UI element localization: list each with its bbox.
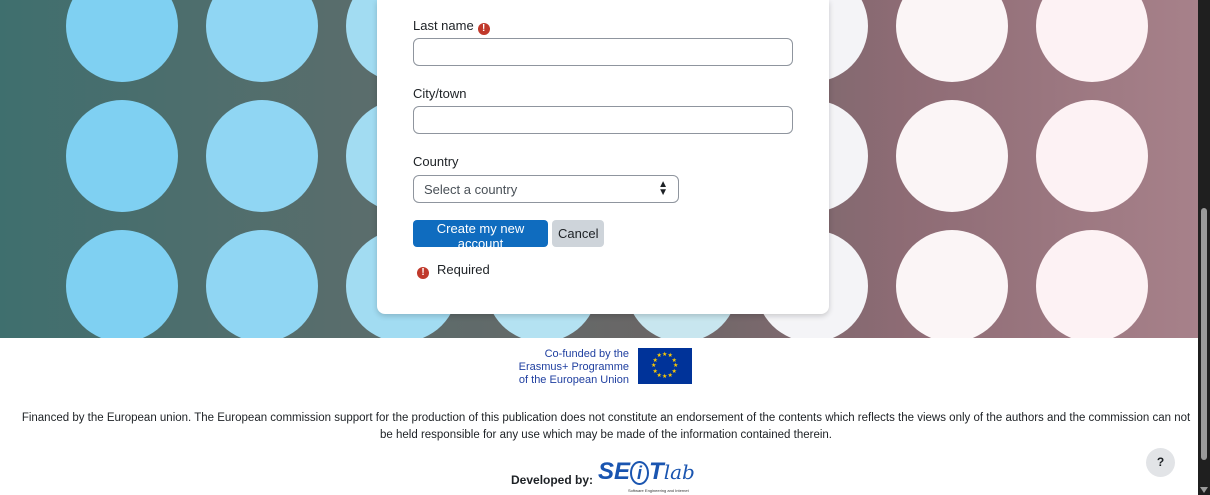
last-name-label: Last name! xyxy=(413,18,490,35)
eu-star-icon: ★ xyxy=(652,368,658,375)
pattern-circle xyxy=(206,0,318,82)
pattern-circle xyxy=(896,230,1008,338)
required-icon: ! xyxy=(477,23,490,35)
city-input[interactable] xyxy=(413,106,793,134)
logo-subtitle: Software Engineering and Internet xyxy=(628,488,689,493)
required-legend-text: Required xyxy=(437,262,490,277)
pattern-circle xyxy=(896,100,1008,212)
country-label: Country xyxy=(413,154,459,169)
pattern-circle xyxy=(66,100,178,212)
cofund-text: Co-funded by the Erasmus+ Programme of t… xyxy=(517,348,629,387)
pattern-circle xyxy=(206,100,318,212)
country-select-value: Select a country xyxy=(424,182,518,197)
last-name-input[interactable] xyxy=(413,38,793,66)
required-legend: ! Required xyxy=(417,262,490,279)
logo-i: i xyxy=(630,461,650,485)
pattern-circle xyxy=(66,230,178,338)
country-select[interactable]: Select a country ▲ ▼ xyxy=(413,175,679,203)
seitlab-logo: SE i Tlab xyxy=(598,458,695,486)
pattern-circle xyxy=(1036,230,1148,338)
pattern-circle xyxy=(66,0,178,82)
cofund-line-2: Erasmus+ Programme xyxy=(518,361,629,373)
logo-se: SE xyxy=(598,458,631,485)
signup-form-card: Last name! City/town Country Select a co… xyxy=(377,0,829,314)
pattern-circle xyxy=(206,230,318,338)
eu-flag-icon: ★ ★ ★ ★ ★ ★ ★ ★ ★ ★ ★ ★ xyxy=(638,348,692,384)
create-account-button[interactable]: Create my new account xyxy=(413,220,548,251)
city-label: City/town xyxy=(413,86,467,101)
disclaimer-text: Financed by the European union. The Euro… xyxy=(21,412,1191,441)
developed-by-label: Developed by: xyxy=(511,473,594,487)
help-button[interactable]: ? xyxy=(1146,448,1175,477)
eu-star-icon: ★ xyxy=(671,357,677,364)
required-icon: ! xyxy=(417,267,429,279)
page-scrollbar[interactable] xyxy=(1198,0,1210,495)
scrollbar-thumb[interactable] xyxy=(1201,208,1207,460)
pattern-circle xyxy=(896,0,1008,82)
pattern-circle xyxy=(1036,0,1148,82)
eu-star-icon: ★ xyxy=(667,372,673,379)
cofund-line-3: of the European Union xyxy=(518,374,629,386)
cofund-line-1: Co-funded by the xyxy=(544,348,629,360)
cancel-button[interactable]: Cancel xyxy=(552,220,604,247)
select-caret-icon: ▲ ▼ xyxy=(658,179,668,198)
pattern-circle xyxy=(1036,100,1148,212)
logo-t: T xyxy=(649,458,664,485)
logo-lab: lab xyxy=(663,460,695,484)
last-name-label-text: Last name xyxy=(413,18,474,33)
eu-star-icon: ★ xyxy=(662,374,668,380)
eu-star-icon: ★ xyxy=(651,363,657,369)
scroll-down-arrow-icon[interactable] xyxy=(1200,487,1208,493)
